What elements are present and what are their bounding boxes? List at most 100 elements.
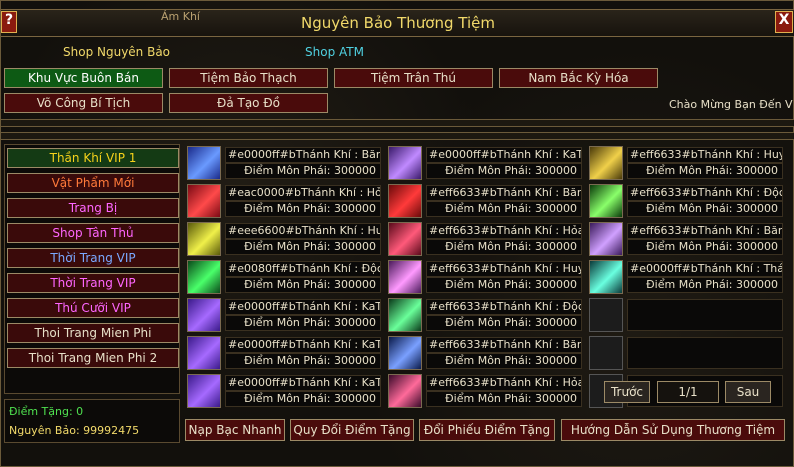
shop-item[interactable]: #eff6633#bThánh Khí : Băng Điểm Môn Phái:… <box>587 220 785 256</box>
shop-item[interactable]: #eff6633#bThánh Khí : Hỏa Điểm Môn Phái: … <box>386 372 584 408</box>
shop-item[interactable]: #e0080ff#bThánh Khí : Độc Điểm Môn Phái: … <box>185 258 383 294</box>
blue-blade-icon[interactable] <box>187 146 221 180</box>
item-price: Điểm Môn Phái: 300000 <box>225 277 381 293</box>
shop-item[interactable]: #eff6633#bThánh Khí : Huyền Điểm Môn Phái… <box>587 144 785 180</box>
prev-page-button[interactable]: Trước <box>604 381 650 403</box>
category-item[interactable]: Thời Trang VIP <box>7 273 179 293</box>
item-price: Điểm Môn Phái: 300000 <box>225 163 381 179</box>
shop-guide-button[interactable]: Hướng Dẫn Sử Dụng Thương Tiệm <box>561 419 785 441</box>
green-blade-icon[interactable] <box>187 260 221 294</box>
item-name: #e0000ff#bThánh Khí : KaTa <box>225 337 381 353</box>
ingots-label: Nguyên Bảo: 99992475 <box>9 424 140 437</box>
category-item[interactable]: Vật Phẩm Mới <box>7 173 179 193</box>
shop-item[interactable]: #eff6633#bThánh Khí : Huyền Điểm Môn Phái… <box>386 258 584 294</box>
item-price: Điểm Môn Phái: 300000 <box>627 163 783 179</box>
green-orb-icon[interactable] <box>589 184 623 218</box>
item-price: Điểm Môn Phái: 300000 <box>225 315 381 331</box>
item-name: #eff6633#bThánh Khí : Huyền <box>627 147 783 163</box>
help-button[interactable]: ? <box>1 11 17 33</box>
tab-da-tao-do[interactable]: Đả Tạo Đồ <box>169 93 328 113</box>
empty-slot <box>587 296 785 332</box>
category-item[interactable]: Thần Khí VIP 1 <box>7 148 179 168</box>
second-divider <box>1 132 794 140</box>
shop-item[interactable]: #e0000ff#bThánh Khí : KaTa Điểm Môn Phái:… <box>386 144 584 180</box>
shop-atm-link[interactable]: Shop ATM <box>305 45 364 59</box>
window-title: Nguyên Bảo Thương Tiệm <box>301 14 495 32</box>
top-divider <box>1 119 794 127</box>
green-staff-icon[interactable] <box>388 298 422 332</box>
item-name: #e0080ff#bThánh Khí : Độc <box>225 261 381 277</box>
quick-recharge-button[interactable]: Nạp Bạc Nhanh <box>185 419 285 441</box>
item-name: #e0000ff#bThánh Khí : KaTa <box>225 375 381 391</box>
shop-item[interactable]: #e0000ff#bThánh Khí : KaTa Điểm Môn Phái:… <box>185 334 383 370</box>
purple-blade-icon[interactable] <box>187 336 221 370</box>
teal-sword-icon[interactable] <box>589 260 623 294</box>
item-price: Điểm Môn Phái: 300000 <box>627 201 783 217</box>
item-name: #e0000ff#bThánh Khí : Băng <box>225 147 381 163</box>
shop-item[interactable]: #e0000ff#bThánh Khí : Băng Điểm Môn Phái:… <box>185 144 383 180</box>
close-button[interactable]: X <box>775 11 793 33</box>
category-item[interactable]: Trang Bị <box>7 198 179 218</box>
tab-tiem-bao-thach[interactable]: Tiệm Bảo Thạch <box>169 68 328 88</box>
title-bar: Ám Khí Nguyên Bảo Thương Tiệm <box>1 9 794 37</box>
blue-armor-icon[interactable] <box>388 336 422 370</box>
shop-item[interactable]: #eee6600#bThánh Khí : HuyềnĐiểm Môn Phái… <box>185 220 383 256</box>
purple-blade-icon[interactable] <box>187 374 221 408</box>
category-item[interactable]: Thú Cưỡi VIP <box>7 298 179 318</box>
shop-nguyen-bao-link[interactable]: Shop Nguyên Bảo <box>63 45 170 59</box>
shop-window: Ám Khí Nguyên Bảo Thương Tiệm ? X Shop N… <box>0 0 794 467</box>
gold-orb-icon[interactable] <box>589 146 623 180</box>
item-name: #eff6633#bThánh Khí : Độc <box>627 185 783 201</box>
item-price: Điểm Môn Phái: 300000 <box>426 163 582 179</box>
shop-item[interactable]: #eff6633#bThánh Khí : Độc Điểm Môn Phái: … <box>587 182 785 218</box>
violet-orb-icon[interactable] <box>589 222 623 256</box>
tab-nam-bac-ky-hoa[interactable]: Nam Bắc Kỳ Hóa <box>499 68 658 88</box>
red-staff-icon[interactable] <box>388 222 422 256</box>
category-item[interactable]: Thoi Trang Mien Phi 2 <box>7 348 179 368</box>
category-item[interactable]: Shop Tân Thủ <box>7 223 179 243</box>
item-price: Điểm Môn Phái: 300000 <box>627 277 783 293</box>
next-page-button[interactable]: Sau <box>725 381 771 403</box>
tab-vo-cong-bi-tich[interactable]: Võ Công Bí Tịch <box>4 93 163 113</box>
red-armor-icon[interactable] <box>388 374 422 408</box>
exchange-ticket-button[interactable]: Đổi Phiếu Điểm Tặng <box>419 419 555 441</box>
item-price: Điểm Môn Phái: 300000 <box>426 277 582 293</box>
item-grid: #e0000ff#bThánh Khí : Băng Điểm Môn Phái:… <box>185 144 787 412</box>
yellow-blade-icon[interactable] <box>187 222 221 256</box>
item-name: #eff6633#bThánh Khí : Băng <box>426 337 582 353</box>
item-price: Điểm Môn Phái: 300000 <box>225 201 381 217</box>
empty-slot-icon <box>589 298 623 332</box>
exchange-points-button[interactable]: Quy Đổi Điểm Tặng <box>290 419 414 441</box>
item-name: #e0000ff#bThánh Khí : KaTa <box>426 147 582 163</box>
shop-item[interactable]: #eff6633#bThánh Khí : Hỏa Điểm Môn Phái: … <box>386 220 584 256</box>
shop-item[interactable]: #eff6633#bThánh Khí : Băng Điểm Môn Phái:… <box>386 182 584 218</box>
purple-sword-icon[interactable] <box>388 146 422 180</box>
item-name: #eff6633#bThánh Khí : Băng <box>627 223 783 239</box>
shop-item[interactable]: #e0000ff#bThánh Khí : KaTa Điểm Môn Phái:… <box>185 296 383 332</box>
pink-staff-icon[interactable] <box>388 260 422 294</box>
item-price: Điểm Môn Phái: 300000 <box>225 239 381 255</box>
shop-item[interactable]: #eac0000#bThánh Khí : Hỏa Điểm Môn Phái: … <box>185 182 383 218</box>
item-price: Điểm Môn Phái: 300000 <box>426 315 582 331</box>
shop-item[interactable]: #e0000ff#bThánh Khí : Thánh Điểm Môn Phái… <box>587 258 785 294</box>
page-number: 1/1 <box>657 381 719 403</box>
item-name: #eff6633#bThánh Khí : Độc <box>426 299 582 315</box>
category-item[interactable]: Thoi Trang Mien Phi <box>7 323 179 343</box>
shop-item[interactable]: #eff6633#bThánh Khí : Độc Điểm Môn Phái: … <box>386 296 584 332</box>
tab-khu-vuc-buon-ban[interactable]: Khu Vực Buôn Bán <box>4 68 163 88</box>
red-sword-icon[interactable] <box>388 184 422 218</box>
shop-item[interactable]: #eff6633#bThánh Khí : Băng Điểm Môn Phái:… <box>386 334 584 370</box>
red-blade-icon[interactable] <box>187 184 221 218</box>
item-price: Điểm Môn Phái: 300000 <box>225 391 381 407</box>
item-price: Điểm Môn Phái: 300000 <box>426 353 582 369</box>
category-item[interactable]: Thời Trang VIP <box>7 248 179 268</box>
item-name: #e0000ff#bThánh Khí : KaTa <box>225 299 381 315</box>
shop-item[interactable]: #e0000ff#bThánh Khí : KaTa Điểm Môn Phái:… <box>185 372 383 408</box>
tab-tiem-tran-thu[interactable]: Tiệm Trân Thú <box>334 68 493 88</box>
item-name: #eee6600#bThánh Khí : Huyền <box>225 223 381 239</box>
purple-blade-icon[interactable] <box>187 298 221 332</box>
item-price: Điểm Môn Phái: 300000 <box>426 391 582 407</box>
item-price: Điểm Môn Phái: 300000 <box>225 353 381 369</box>
item-name: #e0000ff#bThánh Khí : Thánh <box>627 261 783 277</box>
category-sidebar: Thần Khí VIP 1 Vật Phẩm Mới Trang Bị Shop T… <box>4 144 180 394</box>
